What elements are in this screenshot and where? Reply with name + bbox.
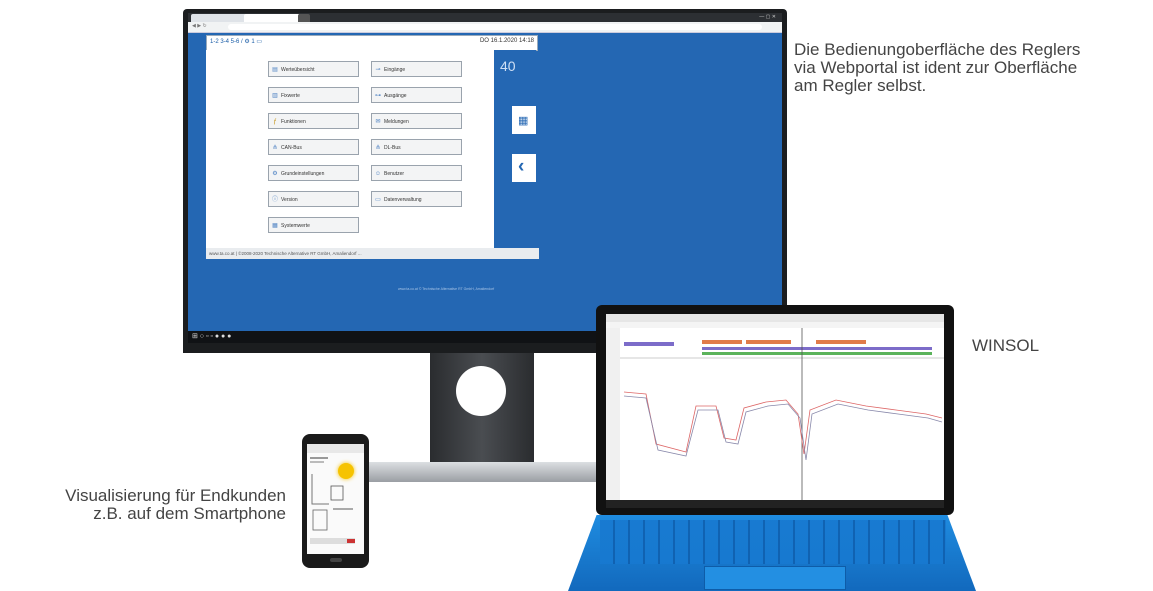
functions-icon: ƒ [273,119,277,125]
new-tab-button[interactable] [298,14,310,22]
overview-icon: ▤ [272,67,278,73]
regler-nav-tabs[interactable]: 1-2 3-4 5-6 / ⚙ 1 ▭ [210,38,262,45]
trackpad [704,566,846,590]
sun-icon [338,463,354,479]
address-input[interactable] [228,24,762,30]
user-icon: ☺ [374,171,382,177]
regler-side-bar: 40 ▦ ‹ [494,50,536,248]
system-values-icon: ▦ [272,223,278,229]
menu-button-version[interactable]: ⓘ Version [268,191,359,207]
menu-button-funktionen[interactable]: ƒ Funktionen [268,113,359,129]
browser-address-bar: ◀ ▶ ↻ [188,22,782,33]
grid-view-button[interactable]: ▦ [512,106,536,134]
chevron-left-icon: ‹ [518,156,525,177]
caption-smartphone: Visualisierung für Endkunden z.B. auf de… [65,486,286,523]
series-red [623,391,943,455]
winsol-screen [606,314,944,508]
smartphone-visualization [307,444,364,544]
folder-icon: ▭ [375,197,381,203]
regler-menu-panel: ▤ Werteübersicht ⊸ Eingänge ▥ Fixwerte ⊶ Aus… [206,50,536,248]
keyboard-keys [600,520,946,564]
menu-button-werteuebersicht[interactable]: ▤ Werteübersicht [268,61,359,77]
regler-side-number: 40 [500,58,516,74]
menu-button-meldungen[interactable]: ✉ Meldungen [371,113,462,129]
browser-tab-active[interactable] [244,14,300,22]
menu-button-systemwerte[interactable]: ▦ Systemwerte [268,217,359,233]
regler-top-bar: 1-2 3-4 5-6 / ⚙ 1 ▭ DO 16.1.2020 14:18 [206,35,538,51]
window-controls-icon[interactable]: — ▢ ✕ [759,14,776,20]
status-bars [624,340,932,355]
menu-button-ausgaenge[interactable]: ⊶ Ausgänge [371,87,462,103]
start-icon[interactable]: ⊞ ○ ▫ ▫ ● ● ● [192,332,231,340]
smartphone-screen [307,444,364,554]
series-blue [623,395,943,461]
monitor-screen: — ▢ ✕ ◀ ▶ ↻ 1-2 3-4 5-6 / ⚙ 1 ▭ DO 16.1.… [188,13,782,343]
monitor-stand-hole [456,366,506,416]
menu-button-grundeinstellungen[interactable]: ⚙ Grundeinstellungen [268,165,359,181]
regler-footer: www.ta.co.at | ©2008-2020 Technische Alt… [206,248,539,259]
grid-icon: ▦ [518,115,529,127]
inputs-icon: ⊸ [375,67,381,73]
menu-button-benutzer[interactable]: ☺ Benutzer [371,165,462,181]
winsol-chart [606,314,944,508]
dl-bus-icon: ⋔ [375,145,381,151]
phone-home-button[interactable] [330,558,342,562]
menu-button-can-bus[interactable]: ⋔ CAN-Bus [268,139,359,155]
menu-button-eingaenge[interactable]: ⊸ Eingänge [371,61,462,77]
menu-button-fixwerte[interactable]: ▥ Fixwerte [268,87,359,103]
browser-tab-bar: — ▢ ✕ [188,13,782,22]
fixed-values-icon: ▥ [272,93,278,99]
can-bus-icon: ⋔ [272,145,278,151]
webpage-copyright: www.ta.co.at © Technische Alternative RT… [398,287,495,291]
outputs-icon: ⊶ [375,93,381,99]
nav-arrows-icon[interactable]: ◀ ▶ ↻ [192,23,207,29]
messages-icon: ✉ [375,119,381,125]
version-icon: ⓘ [271,197,278,203]
settings-icon: ⚙ [272,171,278,177]
menu-button-datenverwaltung[interactable]: ▭ Datenverwaltung [371,191,462,207]
browser-tab[interactable] [191,14,247,22]
back-button[interactable]: ‹ [512,154,536,182]
caption-winsol: WINSOL [972,336,1040,355]
menu-button-dl-bus[interactable]: ⋔ DL-Bus [371,139,462,155]
caption-webportal: Die Bedienungoberfläche des Reglers via … [794,40,1081,95]
regler-datetime: DO 16.1.2020 14:18 [479,38,534,44]
